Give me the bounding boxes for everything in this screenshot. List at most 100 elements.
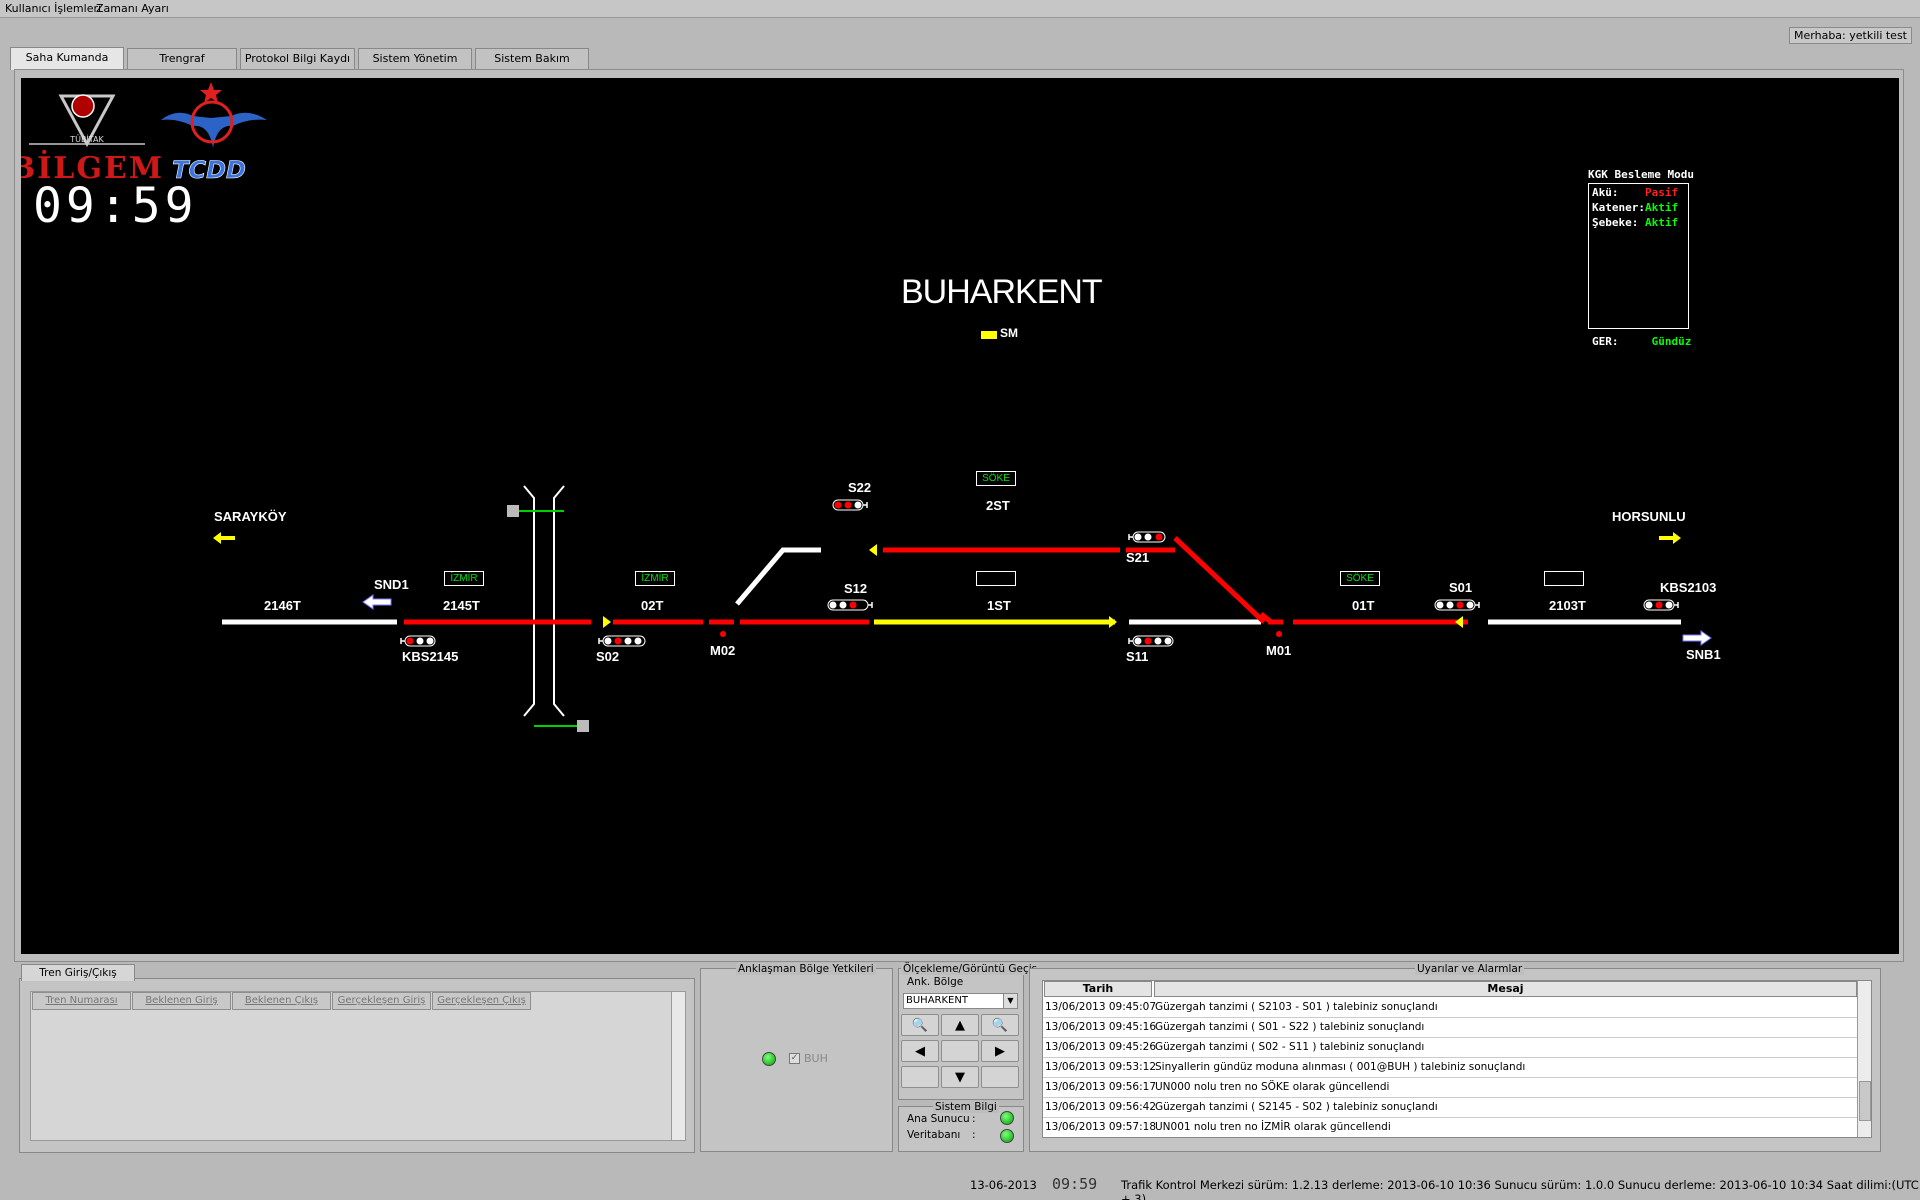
server-status-led-icon [1000,1111,1014,1125]
db-sep: : [972,1129,976,1141]
alarms-scrollbar[interactable] [1857,981,1871,1137]
signal-s12-icon[interactable] [827,599,873,611]
point-m01-label[interactable]: M01 [1266,643,1291,658]
col-beklenen-giris[interactable]: Beklenen Giriş [132,992,231,1010]
signal-s01-label[interactable]: S01 [1449,580,1472,595]
signal-kbs2103-label[interactable]: KBS2103 [1660,580,1716,595]
status-date: 13-06-2013 [970,1178,1037,1192]
col-gerceklesen-giris[interactable]: Gerçekleşen Giriş [332,992,431,1010]
alarms-scroll-thumb[interactable] [1859,1081,1871,1121]
katener-value: Aktif [1644,201,1679,214]
sm-label: SM [1000,326,1018,340]
alarm-row[interactable]: 13/06/2013 09:45:16 Güzergah tanzimi ( S0… [1043,1018,1871,1038]
train-box-01t[interactable]: SÖKE [1340,571,1380,586]
arrow-down-icon: ▼ [955,1069,965,1085]
col-beklenen-cikis[interactable]: Beklenen Çıkış [232,992,331,1010]
col-tarih[interactable]: Tarih [1044,981,1152,997]
pan-up-button[interactable]: ▲ [941,1014,979,1036]
blank-button-left[interactable] [901,1066,939,1088]
alarm-message: Güzergah tanzimi ( S02 - S11 ) talebiniz… [1155,1041,1425,1053]
left-direction-arrow-icon [213,532,235,544]
alarm-message: UN000 nolu tren no SÖKE olarak güncellen… [1155,1081,1390,1093]
track-2146t[interactable]: 2146T [264,598,301,613]
level-crossing [523,485,565,717]
alarm-date: 13/06/2013 09:45:16 [1045,1021,1157,1033]
signal-s22-label[interactable]: S22 [848,480,871,495]
snb1-arrow-icon [1682,630,1712,646]
signal-s02-label[interactable]: S02 [596,649,619,664]
alarm-row[interactable]: 13/06/2013 09:56:42 Güzergah tanzimi ( S2… [1043,1098,1871,1118]
signal-kbs2145-icon[interactable] [400,635,436,647]
signal-s21-label[interactable]: S21 [1126,550,1149,565]
db-status-led-icon [1000,1129,1014,1143]
signal-kbs2145-label[interactable]: KBS2145 [402,649,458,664]
track-2145t[interactable]: 2145T [443,598,480,613]
pan-down-button[interactable]: ▼ [941,1066,979,1088]
track-01t[interactable]: 01T [1352,598,1374,613]
train-box-02t[interactable]: İZMİR [635,571,675,586]
alarm-row[interactable]: 13/06/2013 09:56:17 UN000 nolu tren no SÖ… [1043,1078,1871,1098]
tab-saha-kumanda[interactable]: Saha Kumanda [10,47,124,70]
direction-left-label: SARAYKÖY [214,509,287,524]
alarm-row[interactable]: 13/06/2013 09:45:07 Güzergah tanzimi ( S2… [1043,998,1871,1018]
region-select[interactable]: BUHARKENT ▼ [903,993,1018,1009]
tab-sistem-bakim[interactable]: Sistem Bakım [475,48,589,69]
col-gerceklesen-cikis[interactable]: Gerçekleşen Çıkış [432,992,531,1010]
track-2st[interactable]: 2ST [986,498,1010,513]
sebeke-label: Şebeke: [1592,216,1639,229]
alarm-message: Güzergah tanzimi ( S01 - S22 ) talebiniz… [1155,1021,1425,1033]
signal-snd1-label[interactable]: SND1 [374,577,409,592]
blank-button-right[interactable] [981,1066,1019,1088]
pan-right-button[interactable]: ▶ [981,1040,1019,1062]
track-2103t[interactable]: 2103T [1549,598,1586,613]
tab-sistem-yonetim[interactable]: Sistem Yönetim [358,48,472,69]
server-sep: : [972,1113,976,1125]
signal-s02-icon[interactable] [598,635,646,647]
approach-checkbox[interactable]: ✓ [789,1053,800,1064]
train-box-2103t[interactable] [1544,571,1584,586]
point-m02-label[interactable]: M02 [710,643,735,658]
signal-snb1-label[interactable]: SNB1 [1686,647,1721,662]
signal-kbs2103-icon[interactable] [1643,599,1679,611]
alarm-row[interactable]: 13/06/2013 09:45:26 Güzergah tanzimi ( S0… [1043,1038,1871,1058]
ger-value: Gündüz [1651,335,1692,348]
signal-s01-icon[interactable] [1434,599,1480,611]
signal-s11-icon[interactable] [1128,635,1174,647]
direction-right-label: HORSUNLU [1612,509,1686,524]
menu-time-settings[interactable]: Zamanı Ayarı [96,2,169,15]
barrier-right-icon [577,720,589,732]
track-1st[interactable]: 1ST [987,598,1011,613]
tab-protokol[interactable]: Protokol Bilgi Kaydı [240,48,355,69]
arrow-right-icon: ▶ [995,1043,1005,1059]
alarm-message: Güzergah tanzimi ( S2145 - S02 ) talebin… [1155,1101,1438,1113]
db-label: Veritabanı [907,1129,961,1141]
zoom-in-button[interactable]: 🔍 [901,1014,939,1036]
train-box-1st[interactable] [976,571,1016,586]
train-io-scrollbar[interactable] [671,992,685,1140]
col-mesaj[interactable]: Mesaj [1154,981,1857,997]
zoom-out-button[interactable]: 🔍 [981,1014,1019,1036]
aku-value: Pasif [1645,186,1679,199]
signal-s21-icon[interactable] [1128,531,1166,543]
train-io-tab[interactable]: Tren Giriş/Çıkış [21,964,135,981]
alarm-row[interactable]: 13/06/2013 09:57:18 UN001 nolu tren no İZ… [1043,1118,1871,1137]
train-box-2145t[interactable]: İZMİR [444,571,484,586]
signal-s22-icon[interactable] [832,499,868,511]
snd1-arrow-icon [362,594,392,610]
pan-center-button[interactable] [941,1040,979,1062]
system-info-title: Sistem Bilgi [933,1101,999,1113]
col-tren-numarasi[interactable]: Tren Numarası [32,992,131,1010]
track-02t[interactable]: 02T [641,598,663,613]
signal-s11-label[interactable]: S11 [1126,649,1148,664]
tab-trengraf[interactable]: Trengraf [127,48,237,69]
station-title: BUHARKENT [901,273,1103,311]
approach-region-label: BUH [804,1052,828,1065]
chevron-down-icon[interactable]: ▼ [1003,994,1017,1008]
pan-left-button[interactable]: ◀ [901,1040,939,1062]
kgk-title: KGK Besleme Modu [1588,168,1694,181]
signal-s12-label[interactable]: S12 [844,581,867,596]
alarms-title: Uyarılar ve Alarmlar [1415,963,1525,975]
train-box-2st[interactable]: SÖKE [976,471,1016,486]
menu-user-ops[interactable]: Kullanıcı İşlemleri [5,2,101,15]
alarm-row[interactable]: 13/06/2013 09:53:12 Sinyallerin gündüz mo… [1043,1058,1871,1078]
